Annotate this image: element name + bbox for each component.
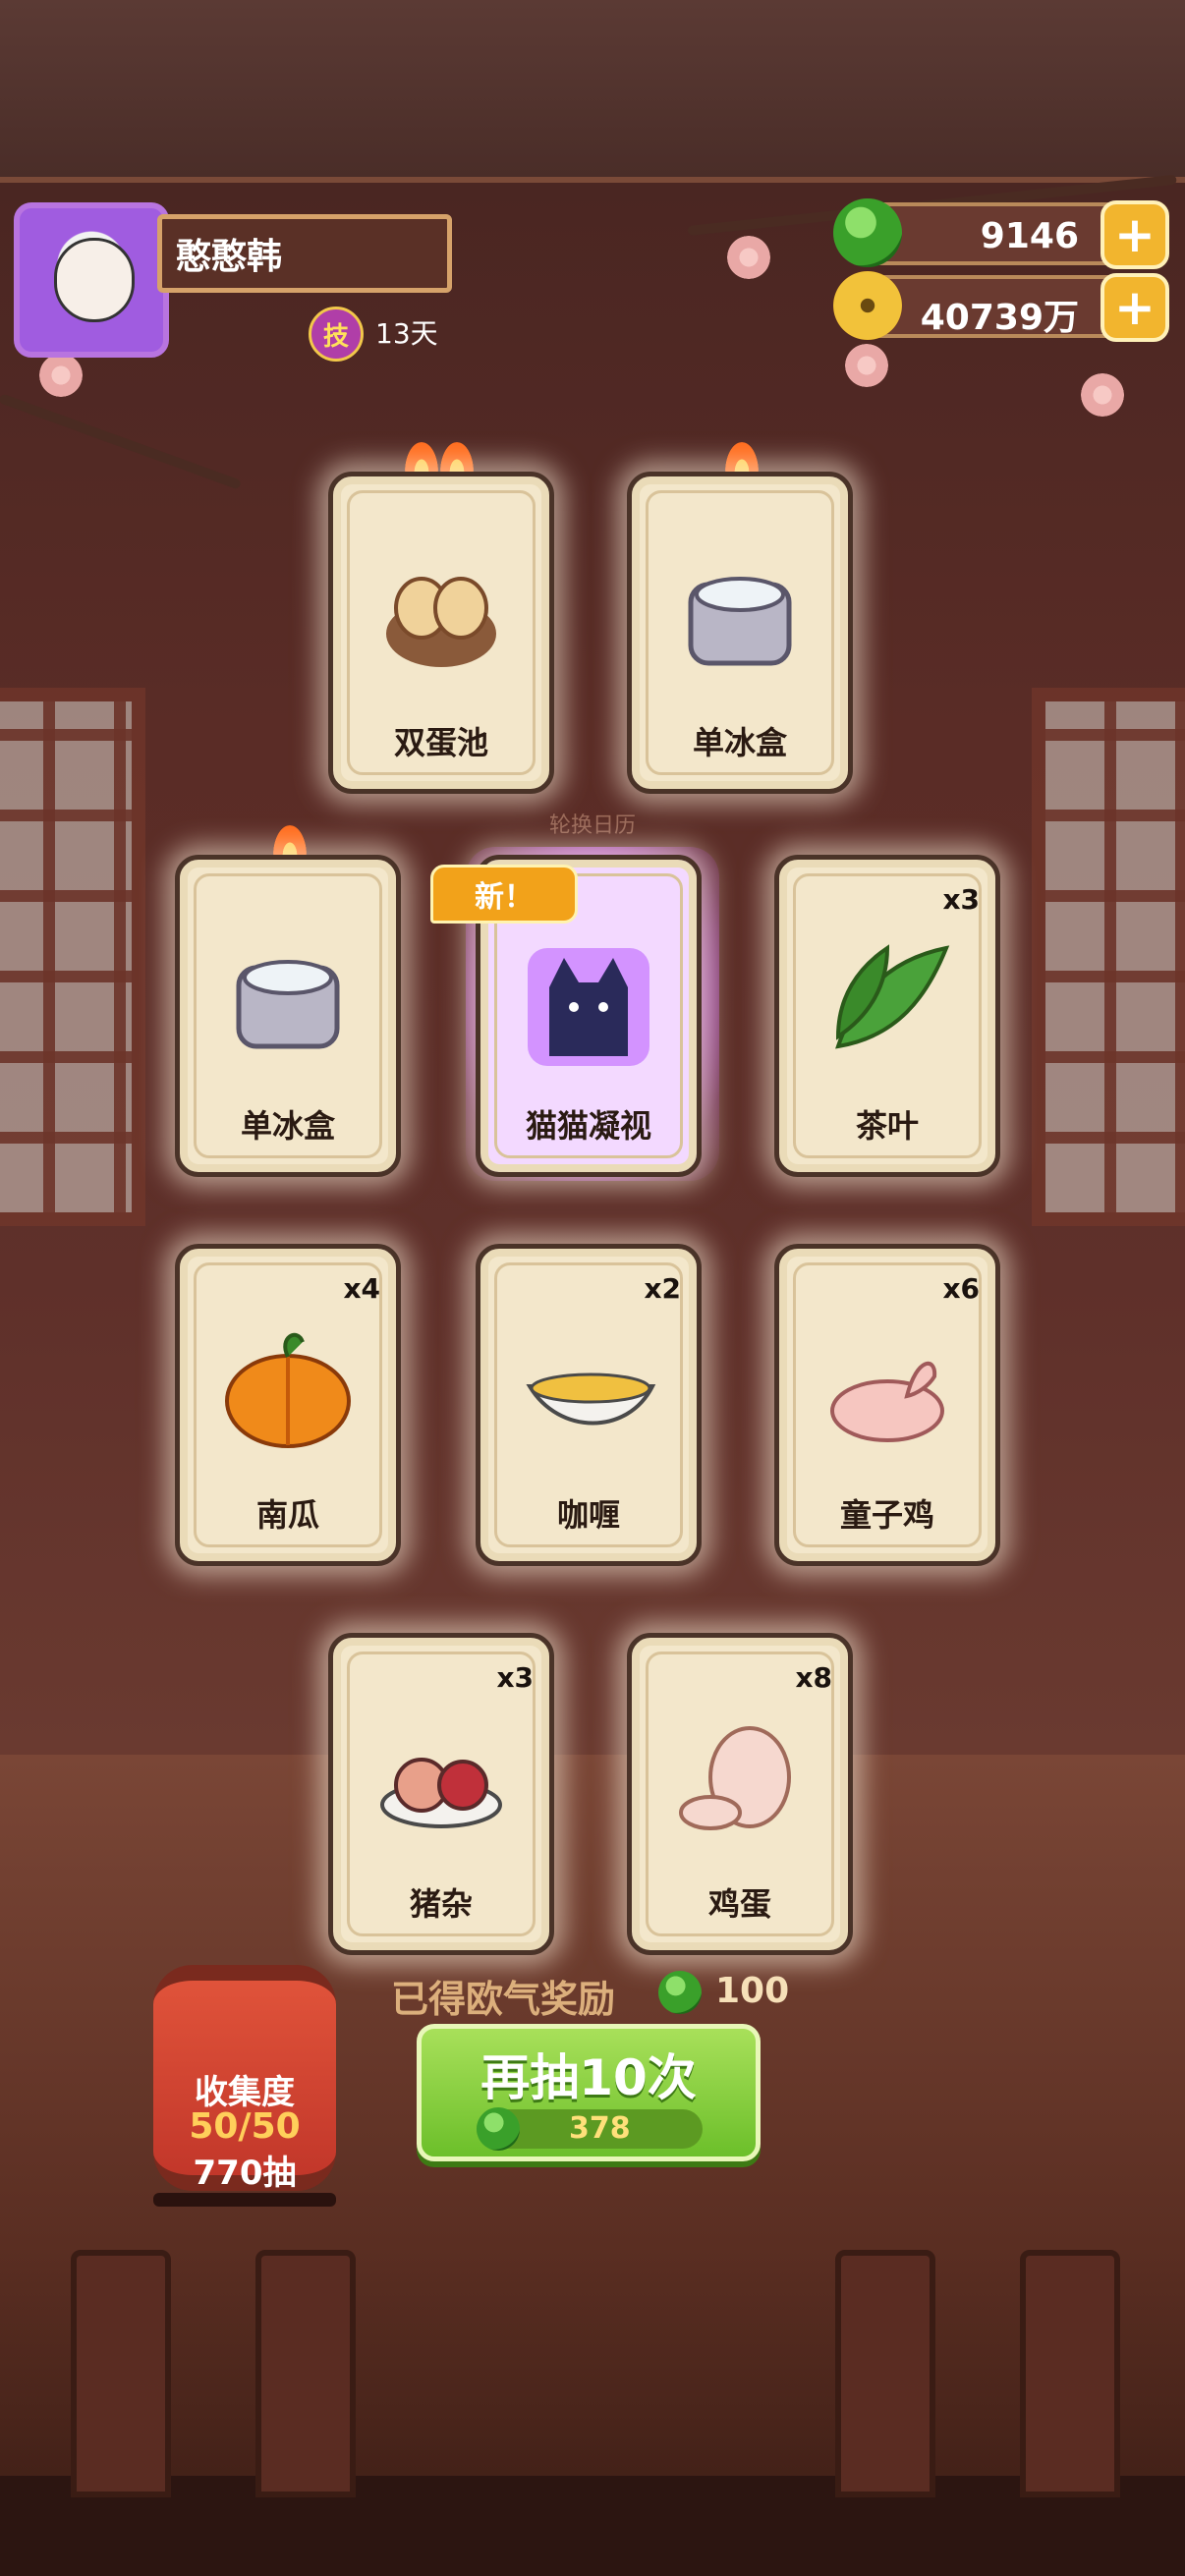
ice-box-icon [688,577,792,666]
card-label: 猪杂 [409,1885,473,1923]
reward-card[interactable]: 单冰盒 [175,855,401,1177]
jade-icon [658,1971,702,2014]
railing-post [1020,2250,1120,2497]
coin-currency-bar: 40739万 + [833,271,1169,342]
tea-leaf-icon [835,944,950,1049]
draw-again-label: 再抽10次 [480,2049,697,2106]
card-label: 南瓜 [255,1496,319,1534]
blossom-flower [845,344,888,387]
card-label: 鸡蛋 [707,1885,771,1923]
bottom-band [0,2476,1185,2576]
reward-card[interactable]: 单冰盒 [627,472,853,794]
jade-value: 9146 [980,216,1079,256]
avatar-face [54,238,135,322]
luck-reward-label: 已得欧气奖励 [391,1978,616,2021]
rotation-calendar-label[interactable]: 轮换日历 [0,808,1185,839]
card-count: x3 [942,883,980,916]
card-label: 单冰盒 [692,724,787,761]
reward-card[interactable]: x3 茶叶 [774,855,1000,1177]
curry-boat-icon [526,1372,656,1426]
blossom-flower [1081,373,1124,417]
cat-stare-icon [528,948,649,1066]
draw-cost: 378 [569,2111,631,2146]
coin-icon [833,271,902,340]
player-name-plate[interactable]: 憨憨韩 [157,214,452,293]
skill-days-label: 13天 [375,317,438,350]
player-name: 憨憨韩 [176,237,283,277]
player-avatar[interactable] [14,202,169,358]
lantern-stand [153,2193,336,2207]
jade-currency-bar: 9146 + [833,198,1169,269]
pumpkin-icon [225,1332,351,1448]
card-label: 双蛋池 [393,724,488,761]
blossom-flower [39,354,83,397]
card-label: 童子鸡 [839,1496,934,1534]
coin-value: 40739万 [920,298,1079,338]
card-count: x3 [496,1661,534,1694]
card-label: 单冰盒 [240,1107,335,1145]
collection-progress: 50/50 [189,2106,301,2147]
jade-icon [477,2107,520,2151]
reward-card[interactable]: x4 南瓜 [175,1244,401,1566]
skill-badge-icon[interactable]: 技 [309,307,364,362]
reward-card[interactable]: 双蛋池 [328,472,554,794]
jade-icon [833,198,902,267]
add-coin-button[interactable]: + [1100,273,1169,342]
card-label: 茶叶 [855,1107,919,1145]
collection-lantern[interactable]: 收集度 50/50 770抽 [153,1965,336,2193]
new-badge: 新！ [430,865,578,924]
card-count: x8 [795,1661,832,1694]
reward-card[interactable]: x3 猪杂 [328,1633,554,1955]
chicken-icon [830,1361,944,1442]
ice-box-icon [236,960,340,1049]
right-window-lattice [1032,688,1185,1226]
card-count: x6 [942,1272,980,1305]
pork-offal-icon [380,1758,502,1828]
left-window-lattice [0,688,145,1226]
add-jade-button[interactable]: + [1100,200,1169,269]
railing-post [255,2250,356,2497]
top-shelf [0,0,1185,183]
railing-post [71,2250,171,2497]
reward-card[interactable]: x8 鸡蛋 [627,1633,853,1955]
egg-basket-icon [386,577,496,667]
card-count: x4 [343,1272,380,1305]
egg-icon [679,1726,791,1830]
draw-again-button[interactable]: 再抽10次 378 [417,2024,761,2161]
reward-card[interactable]: x6 童子鸡 [774,1244,1000,1566]
reward-card[interactable]: x2 咖喱 [476,1244,702,1566]
collection-draws: 770抽 [193,2154,297,2193]
card-label: 咖喱 [556,1496,620,1534]
railing-post [835,2250,935,2497]
luck-reward-value: 100 [715,1971,790,2011]
card-count: x2 [644,1272,681,1305]
blossom-flower [727,236,770,279]
card-label: 猫猫凝视 [525,1107,651,1145]
